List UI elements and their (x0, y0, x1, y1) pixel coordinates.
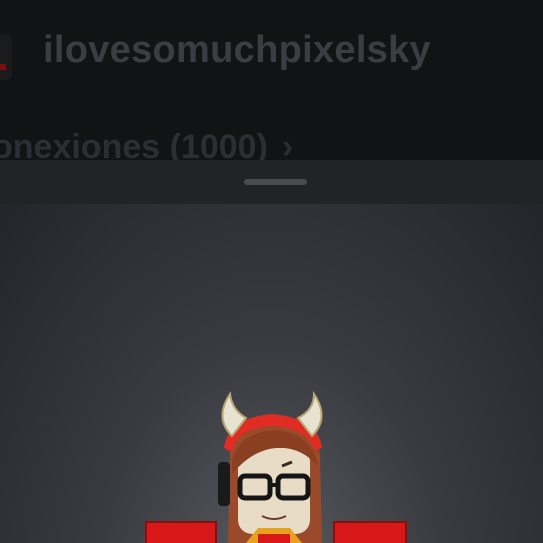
avatar-face (238, 448, 310, 534)
username: ilovesomuchpixelsky (43, 29, 431, 71)
avatar-figure (145, 390, 407, 543)
avatar-thumbnail[interactable] (0, 34, 12, 80)
avatar-stage[interactable] (0, 204, 543, 543)
avatar-sheet (0, 160, 543, 543)
sheet-header[interactable] (0, 160, 543, 204)
avatar-left-arm (145, 521, 217, 543)
avatar-right-arm (333, 521, 407, 543)
avatar-headphone (218, 462, 230, 506)
avatar-torso (258, 534, 290, 543)
drag-handle[interactable] (244, 179, 307, 185)
avatar-thumbnail-accent (0, 64, 6, 70)
profile-header: ilovesomuchpixelsky onexiones (1000) › (0, 0, 543, 166)
